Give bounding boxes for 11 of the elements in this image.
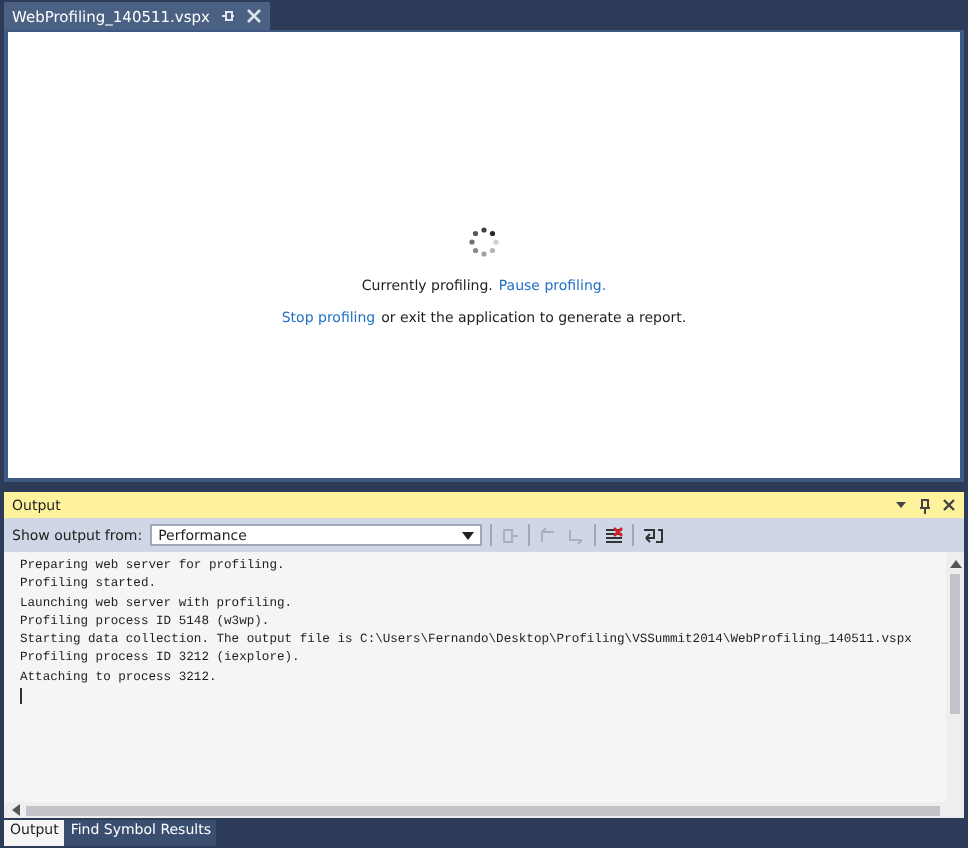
word-wrap-icon[interactable] — [642, 525, 665, 545]
dropdown-arrow-icon[interactable] — [462, 531, 475, 539]
vertical-scrollbar[interactable] — [946, 552, 964, 802]
pin-icon[interactable] — [918, 497, 932, 513]
clear-all-icon[interactable] — [604, 525, 625, 545]
scroll-left-icon[interactable] — [12, 804, 20, 816]
scroll-up-icon[interactable] — [949, 560, 961, 568]
horizontal-scrollbar[interactable] — [4, 802, 964, 818]
close-icon[interactable] — [942, 498, 956, 512]
dropdown-icon[interactable] — [894, 498, 908, 512]
spinner-icon — [466, 224, 502, 260]
